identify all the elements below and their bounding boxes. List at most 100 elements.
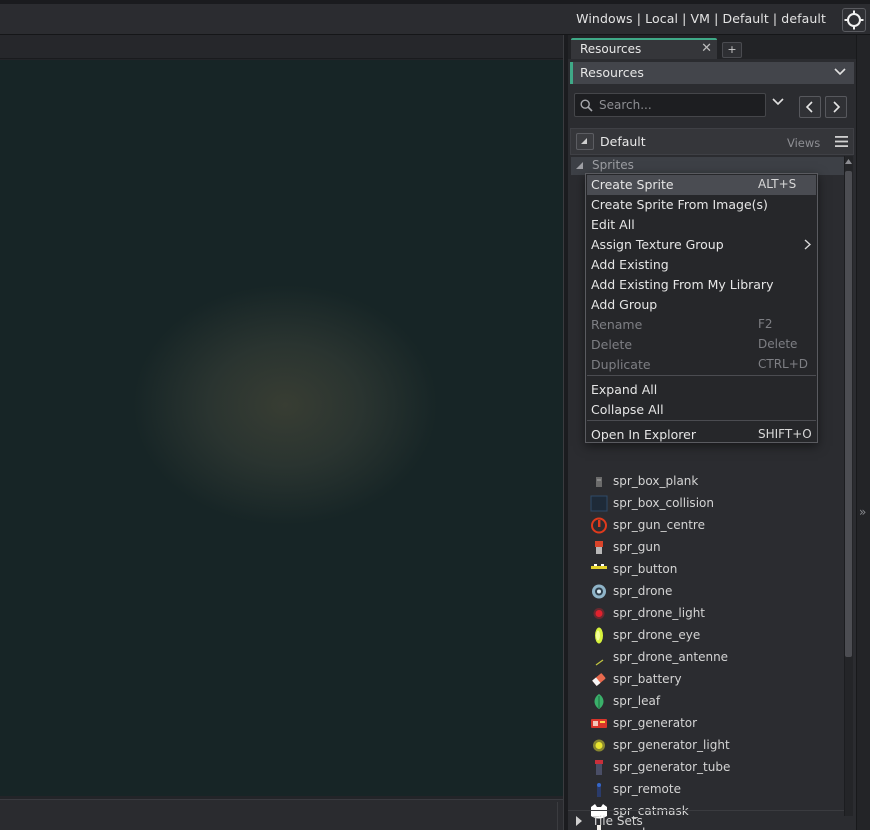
submenu-arrow-icon <box>804 239 812 253</box>
room-canvas[interactable] <box>0 60 563 796</box>
menu-item-shortcut: Delete <box>758 337 798 351</box>
tree-item-label: spr_leaf <box>613 694 661 708</box>
tree-item-label: spr_drone_antenne <box>613 650 729 664</box>
search-options-chevron-icon[interactable] <box>772 98 784 106</box>
chevron-left-icon <box>805 101 813 113</box>
menu-item-collapse-all[interactable]: Collapse All <box>587 400 816 420</box>
menu-item-expand-all[interactable]: Expand All <box>587 380 816 400</box>
target-settings-button[interactable] <box>842 8 866 32</box>
tree-item[interactable]: spr_generator_light <box>568 734 844 756</box>
leaf-icon <box>590 693 608 710</box>
generator-light-icon <box>590 737 608 754</box>
menu-item-duplicate: Duplicate CTRL+D <box>587 355 816 375</box>
tree-item[interactable]: spr_drone_light <box>568 602 844 624</box>
drone-antenne-icon <box>590 649 608 666</box>
gun-centre-icon <box>590 517 608 534</box>
tree-item[interactable]: spr_gun_centre <box>568 514 844 536</box>
panel-tab-bar: Resources ✕ + <box>568 35 856 59</box>
tree-item[interactable]: spr_battery <box>568 668 844 690</box>
box-plank-icon <box>590 473 608 490</box>
expand-panel-icon[interactable]: » <box>859 505 866 519</box>
next-button[interactable] <box>825 96 847 118</box>
menu-item-label: Delete <box>591 337 633 352</box>
workspace-bottom-bar <box>0 799 563 830</box>
menu-item-label: Add Group <box>591 297 658 312</box>
tree-item[interactable]: spr_remote <box>568 778 844 800</box>
menu-item-create-sprite-from-image-s[interactable]: Create Sprite From Image(s) <box>587 195 816 215</box>
battery-icon <box>590 671 608 688</box>
chevron-right-icon <box>833 101 841 113</box>
tree-item[interactable]: spr_drone_antenne <box>568 646 844 668</box>
tree-group-tile-sets-label: Tile Sets <box>592 814 643 828</box>
right-collapse-gutter[interactable] <box>856 35 870 830</box>
generator-icon <box>590 715 608 732</box>
menu-item-label: Assign Texture Group <box>591 237 724 252</box>
tree-item[interactable]: spr_drone <box>568 580 844 602</box>
menu-separator <box>587 420 816 421</box>
menu-item-label: Edit All <box>591 217 635 232</box>
tree-item-label: spr_box_plank <box>613 474 699 488</box>
menu-item-label: Rename <box>591 317 643 332</box>
tree-item-label: spr_box_collision <box>613 496 714 510</box>
view-title: Default <box>600 134 646 149</box>
drone-eye-icon <box>590 627 608 644</box>
menu-item-label: Expand All <box>591 382 658 397</box>
search-input[interactable] <box>599 95 761 115</box>
menu-item-label: Add Existing <box>591 257 669 272</box>
crosshair-icon <box>844 10 864 30</box>
menu-item-open-in-explorer[interactable]: Open In Explorer SHIFT+O <box>587 425 816 445</box>
tree-item[interactable]: spr_drone_eye <box>568 624 844 646</box>
tree-item-label: spr_battery <box>613 672 682 686</box>
box-collision-icon <box>590 495 608 512</box>
chevron-down-icon <box>834 68 846 76</box>
hamburger-menu-icon[interactable] <box>835 136 848 147</box>
scroll-up-arrow-icon[interactable] <box>845 159 852 164</box>
tree-item[interactable]: spr_leaf <box>568 690 844 712</box>
menu-item-edit-all[interactable]: Edit All <box>587 215 816 235</box>
tree-group-tile-sets[interactable]: Tile Sets <box>568 810 844 830</box>
tree-item-label: spr_drone_light <box>613 606 706 620</box>
target-selector[interactable]: Windows | Local | VM | Default | default <box>576 11 826 26</box>
tree-item[interactable]: spr_generator_tube <box>568 756 844 778</box>
tree-group-sprites-label: Sprites <box>592 158 634 172</box>
tree-item[interactable]: spr_generator <box>568 712 844 734</box>
tree-item[interactable]: spr_button <box>568 558 844 580</box>
menu-item-add-existing[interactable]: Add Existing <box>587 255 816 275</box>
workspace-tab-strip <box>0 35 563 59</box>
close-icon[interactable]: ✕ <box>701 41 712 56</box>
scrollbar-thumb[interactable] <box>845 171 852 657</box>
menu-item-shortcut: F2 <box>758 317 773 331</box>
view-header: Default Views <box>570 128 854 155</box>
menu-separator <box>587 375 816 376</box>
add-tab-button[interactable]: + <box>722 42 742 58</box>
tree-item-label: spr_generator_tube <box>613 760 731 774</box>
menu-item-add-existing-from-my-library[interactable]: Add Existing From My Library <box>587 275 816 295</box>
collapsed-triangle-icon <box>576 816 582 826</box>
tree-item[interactable]: spr_box_collision <box>568 492 844 514</box>
resources-dropdown-label: Resources <box>580 65 644 80</box>
menu-item-assign-texture-group[interactable]: Assign Texture Group <box>587 235 816 255</box>
tree-item-label: spr_gun_centre <box>613 518 705 532</box>
menu-item-label: Open In Explorer <box>591 427 696 442</box>
tab-resources[interactable]: Resources ✕ <box>571 38 717 59</box>
menu-item-create-sprite[interactable]: Create Sprite ALT+S <box>587 175 816 195</box>
tree-item-label: spr_drone_eye <box>613 628 701 642</box>
views-label[interactable]: Views <box>787 136 820 150</box>
collapse-triangle-icon <box>581 138 587 144</box>
menu-item-add-group[interactable]: Add Group <box>587 295 816 315</box>
top-toolbar: Windows | Local | VM | Default | default <box>0 0 870 35</box>
button-icon <box>590 561 608 578</box>
previous-button[interactable] <box>799 96 821 118</box>
workspace <box>0 35 563 830</box>
tree-item-label: spr_remote <box>613 782 681 796</box>
collapse-view-icon[interactable] <box>576 133 594 150</box>
menu-item-label: Add Existing From My Library <box>591 277 774 292</box>
resources-dropdown[interactable]: Resources <box>570 62 854 84</box>
drone-light-icon <box>590 605 608 622</box>
tree-item-label: spr_button <box>613 562 678 576</box>
gun-icon <box>590 539 608 556</box>
tab-resources-label: Resources <box>580 42 642 56</box>
tree-item[interactable]: spr_box_plank <box>568 470 844 492</box>
menu-item-delete: Delete Delete <box>587 335 816 355</box>
tree-item[interactable]: spr_gun <box>568 536 844 558</box>
